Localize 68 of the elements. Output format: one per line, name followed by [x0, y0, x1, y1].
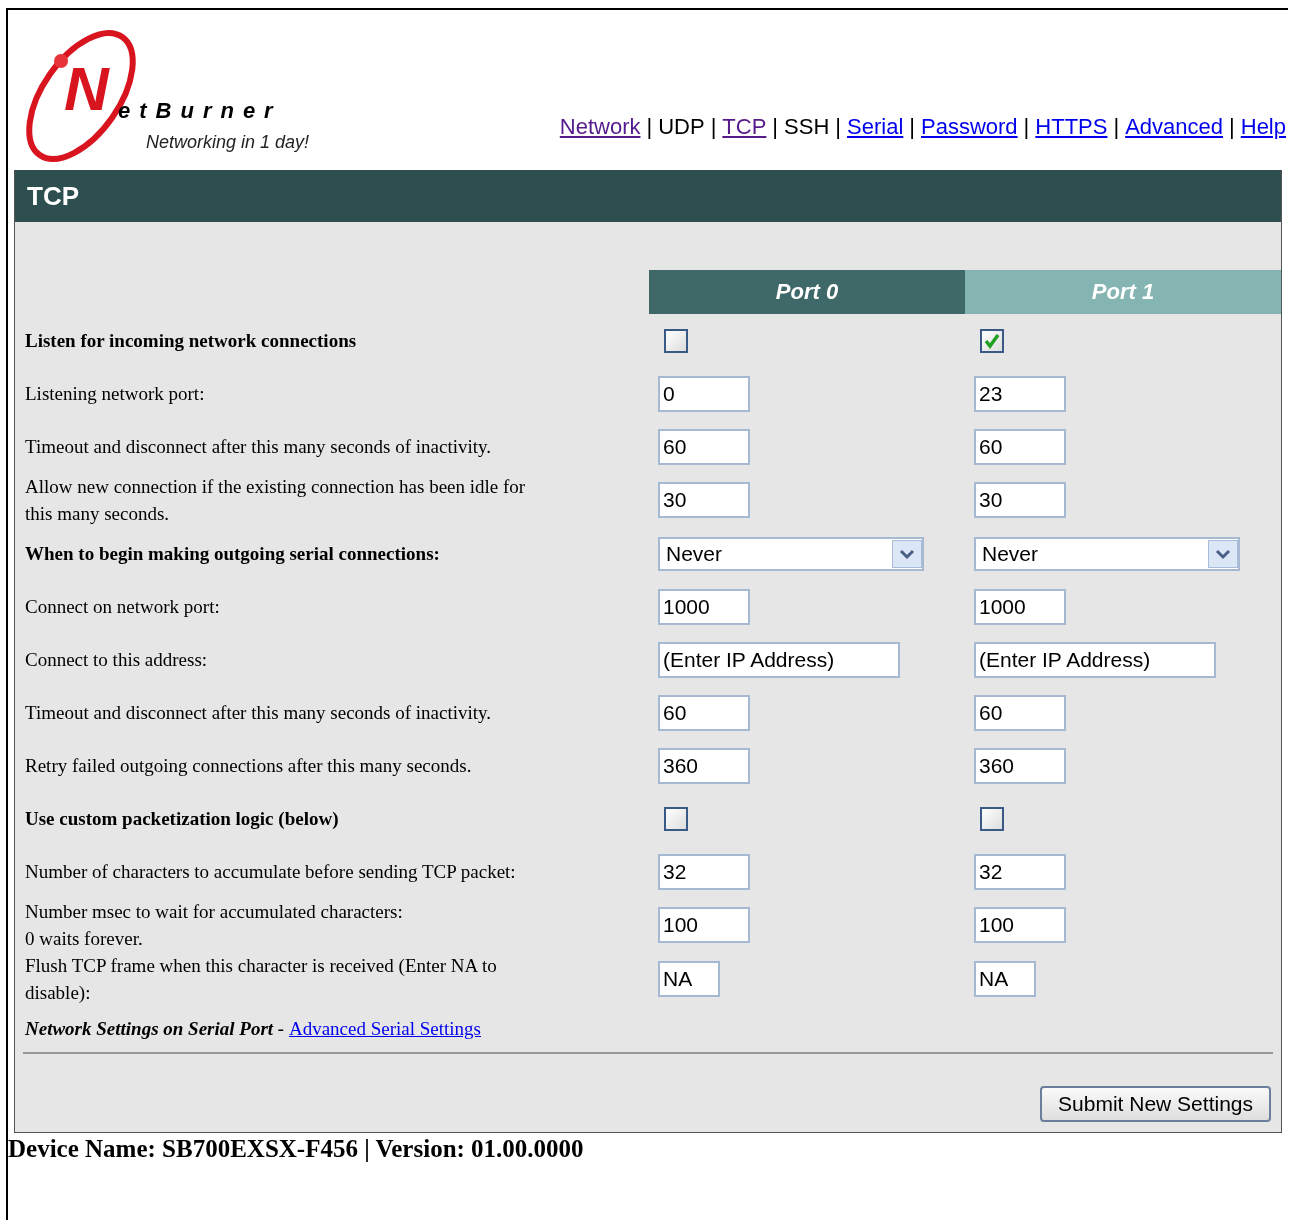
input-field[interactable]: 0 [658, 375, 750, 412]
nav-link[interactable]: Advanced [1125, 114, 1224, 140]
input-field[interactable]: 100 [658, 907, 750, 943]
nav-separator: | [646, 114, 653, 140]
input-field[interactable]: 1000 [974, 588, 1066, 625]
setting-label: Listening network port: [25, 382, 205, 406]
nav-link[interactable]: TCP [722, 114, 767, 140]
nav-link[interactable]: Serial [847, 114, 904, 140]
advanced-serial-link[interactable]: Advanced Serial Settings [288, 1018, 481, 1039]
checkbox[interactable] [980, 806, 1004, 831]
caret-icon [892, 539, 922, 568]
dropdown[interactable]: Never [974, 536, 1240, 571]
nav-separator: | [710, 114, 717, 140]
setting-label: Listen for incoming network connections [25, 329, 357, 353]
input-field[interactable]: 30 [974, 482, 1066, 518]
setting-label: Use custom packetization logic (below) [25, 807, 339, 831]
input-field[interactable]: NA [658, 961, 720, 997]
dropdown[interactable]: Never [658, 536, 924, 571]
input-field[interactable]: (Enter IP Address) [658, 641, 900, 678]
port-header: Port 1 [965, 270, 1281, 314]
setting-label: Flush TCP frame when this character is received (Enter NA to disable): [25, 954, 498, 1005]
nav-separator: | [772, 114, 779, 140]
logo-initial: N [64, 58, 109, 120]
setting-label: Allow new connection if the existing connection has been idle for this many seconds. [25, 475, 527, 526]
nav-link[interactable]: Network [559, 114, 641, 140]
input-field[interactable]: 1000 [658, 588, 750, 625]
input-field[interactable]: 60 [658, 694, 750, 731]
setting-label: Number of characters to accumulate before sending TCP packet: [25, 860, 516, 884]
logo-tagline: Networking in 1 day! [146, 132, 310, 153]
nav-link[interactable]: Help [1240, 114, 1286, 140]
nav-separator: | [1023, 114, 1030, 140]
setting-label: Connect to this address: [25, 648, 208, 672]
input-field[interactable]: 30 [658, 482, 750, 518]
input-field[interactable]: (Enter IP Address) [974, 641, 1216, 678]
nav-separator: | [1113, 114, 1120, 140]
panel-title: TCP [27, 180, 79, 212]
input-field[interactable]: 60 [658, 428, 750, 465]
input-field[interactable]: 32 [658, 853, 750, 890]
device-info: Device Name: SB700EXSX-F456 | Version: 01.00.0000 [8, 1134, 585, 1163]
note-text: Network Settings on Serial Port - [25, 1018, 286, 1039]
setting-label: Timeout and disconnect after this many seconds of inactivity. [25, 701, 492, 725]
input-field[interactable]: 60 [974, 694, 1066, 731]
checkbox[interactable] [664, 328, 688, 353]
setting-label: Retry failed outgoing connections after this many seconds. [25, 754, 472, 778]
setting-label: Connect on network port: [25, 595, 220, 619]
input-field[interactable]: 23 [974, 375, 1066, 412]
input-field[interactable]: 60 [974, 428, 1066, 465]
input-field[interactable]: 360 [974, 747, 1066, 784]
nav-link[interactable]: HTTPS [1035, 114, 1108, 140]
input-field[interactable]: 100 [974, 907, 1066, 943]
nav-separator: | [909, 114, 915, 140]
port-header: Port 0 [649, 270, 965, 314]
checkbox[interactable] [980, 328, 1004, 353]
input-field[interactable]: 360 [658, 747, 750, 784]
nav-separator: | [835, 114, 842, 140]
nav-separator: | [1229, 114, 1235, 140]
nav-label: UDP [658, 114, 705, 140]
input-field[interactable]: NA [974, 961, 1036, 997]
checkbox[interactable] [664, 806, 688, 831]
logo-wordmark: etBurner [118, 100, 282, 122]
nav-link[interactable]: Password [921, 114, 1018, 140]
setting-label: When to begin making outgoing serial connections: [25, 542, 440, 566]
submit-button[interactable]: Submit New Settings [1040, 1086, 1271, 1122]
nav-label: SSH [784, 114, 830, 140]
setting-label: Number msec to wait for accumulated characters: 0 waits forever. [25, 900, 403, 951]
setting-label: Timeout and disconnect after this many seconds of inactivity. [25, 435, 492, 459]
input-field[interactable]: 32 [974, 853, 1066, 890]
caret-icon [1208, 539, 1238, 568]
